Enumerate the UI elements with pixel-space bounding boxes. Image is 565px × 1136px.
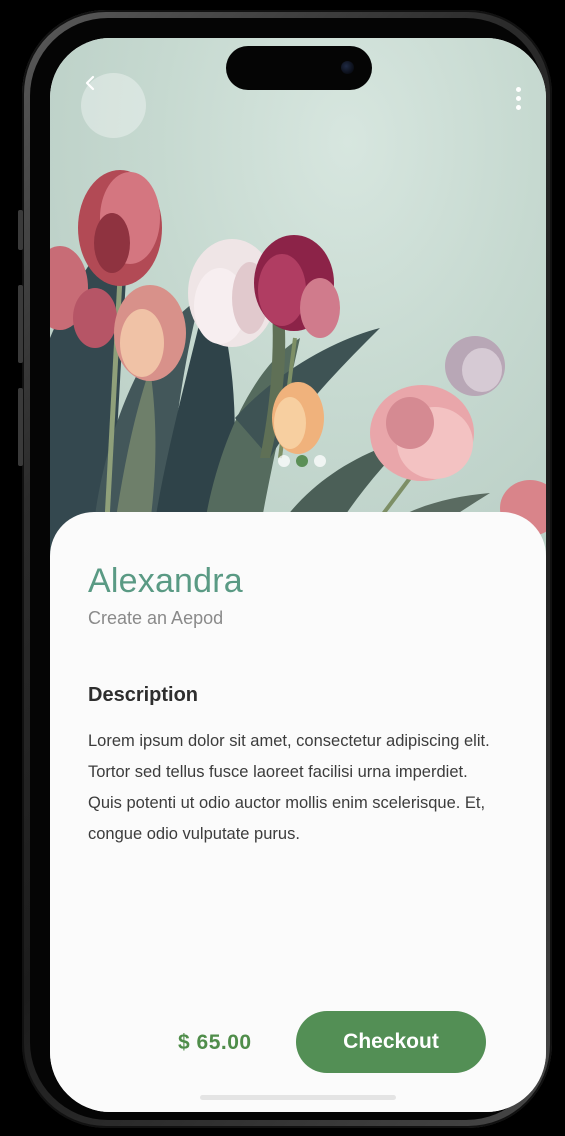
description-text: Lorem ipsum dolor sit amet, consectetur … xyxy=(88,732,490,843)
back-button[interactable] xyxy=(81,73,146,138)
product-title: Alexandra xyxy=(88,562,243,600)
pager-dot[interactable] xyxy=(314,455,326,467)
product-hero-image xyxy=(50,38,546,558)
volume-down-button xyxy=(18,388,23,466)
product-subtitle: Create an Aepod xyxy=(88,608,224,628)
more-options-button[interactable] xyxy=(506,82,530,114)
pager-dot-active[interactable] xyxy=(296,455,308,467)
app-screen: Alexandra Create an Aepod Description Lo… xyxy=(50,38,546,1112)
home-indicator[interactable] xyxy=(200,1095,396,1100)
image-pager xyxy=(278,455,326,467)
dynamic-island xyxy=(226,46,372,90)
pager-dot[interactable] xyxy=(278,455,290,467)
description-heading: Description xyxy=(88,684,199,706)
more-vertical-icon xyxy=(515,86,521,92)
product-details-card: Alexandra Create an Aepod Description Lo… xyxy=(50,512,546,1112)
volume-up-button xyxy=(18,285,23,363)
mute-switch xyxy=(18,210,23,250)
chevron-left-icon xyxy=(85,75,95,91)
checkout-button[interactable]: Checkout xyxy=(296,1011,486,1073)
price-label: $ 65.00 xyxy=(178,1031,252,1054)
camera-icon xyxy=(341,61,354,74)
